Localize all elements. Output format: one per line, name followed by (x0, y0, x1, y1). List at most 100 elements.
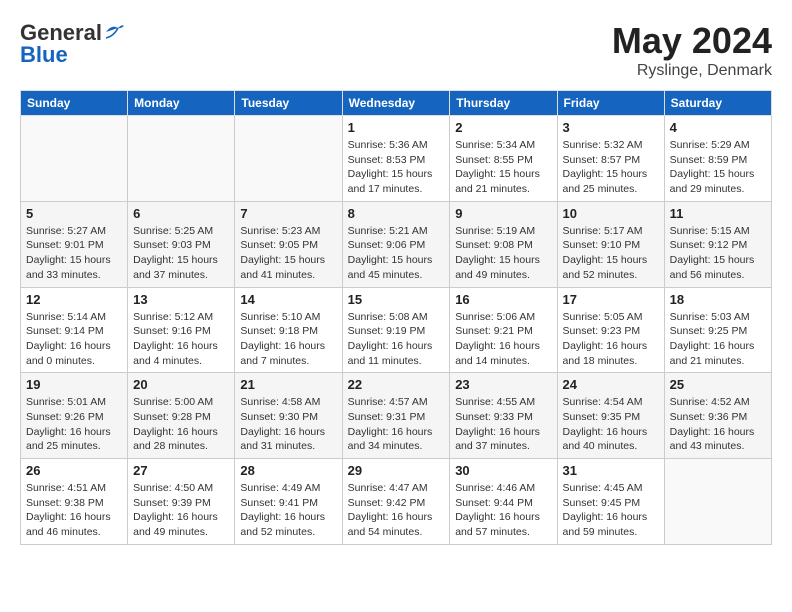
table-row: 2 Sunrise: 5:34 AM Sunset: 8:55 PM Daylig… (450, 116, 557, 202)
day-number: 2 (455, 120, 551, 135)
table-row (664, 459, 771, 545)
day-info: Sunrise: 4:51 AM Sunset: 9:38 PM Dayligh… (26, 481, 122, 540)
table-row: 14 Sunrise: 5:10 AM Sunset: 9:18 PM Dayli… (235, 287, 342, 373)
day-info: Sunrise: 5:34 AM Sunset: 8:55 PM Dayligh… (455, 138, 551, 197)
table-row: 19 Sunrise: 5:01 AM Sunset: 9:26 PM Dayli… (21, 373, 128, 459)
day-info: Sunrise: 5:27 AM Sunset: 9:01 PM Dayligh… (26, 224, 122, 283)
day-info: Sunrise: 5:19 AM Sunset: 9:08 PM Dayligh… (455, 224, 551, 283)
day-number: 4 (670, 120, 766, 135)
day-info: Sunrise: 5:05 AM Sunset: 9:23 PM Dayligh… (563, 310, 659, 369)
table-row: 20Sunrise: 5:00 AM Sunset: 9:28 PM Dayli… (128, 373, 235, 459)
table-row: 21Sunrise: 4:58 AM Sunset: 9:30 PM Dayli… (235, 373, 342, 459)
day-number: 19 (26, 377, 122, 392)
day-info: Sunrise: 5:36 AM Sunset: 8:53 PM Dayligh… (348, 138, 445, 197)
day-number: 31 (563, 463, 659, 478)
header-monday: Monday (128, 91, 235, 116)
day-info: Sunrise: 5:17 AM Sunset: 9:10 PM Dayligh… (563, 224, 659, 283)
day-info: Sunrise: 4:55 AM Sunset: 9:33 PM Dayligh… (455, 395, 551, 454)
table-row: 4 Sunrise: 5:29 AM Sunset: 8:59 PM Daylig… (664, 116, 771, 202)
table-row: 24 Sunrise: 4:54 AM Sunset: 9:35 PM Dayli… (557, 373, 664, 459)
table-row: 15 Sunrise: 5:08 AM Sunset: 9:19 PM Dayli… (342, 287, 450, 373)
calendar-week-row: 26 Sunrise: 4:51 AM Sunset: 9:38 PM Dayli… (21, 459, 772, 545)
table-row: 12 Sunrise: 5:14 AM Sunset: 9:14 PM Dayli… (21, 287, 128, 373)
table-row: 31 Sunrise: 4:45 AM Sunset: 9:45 PM Dayli… (557, 459, 664, 545)
day-number: 5 (26, 206, 122, 221)
day-info: Sunrise: 4:54 AM Sunset: 9:35 PM Dayligh… (563, 395, 659, 454)
table-row: 8 Sunrise: 5:21 AM Sunset: 9:06 PM Daylig… (342, 201, 450, 287)
day-number: 16 (455, 292, 551, 307)
day-info: Sunrise: 4:46 AM Sunset: 9:44 PM Dayligh… (455, 481, 551, 540)
day-number: 15 (348, 292, 445, 307)
table-row: 13Sunrise: 5:12 AM Sunset: 9:16 PM Dayli… (128, 287, 235, 373)
month-year-title: May 2024 (612, 20, 772, 62)
table-row: 25 Sunrise: 4:52 AM Sunset: 9:36 PM Dayli… (664, 373, 771, 459)
day-info: Sunrise: 4:45 AM Sunset: 9:45 PM Dayligh… (563, 481, 659, 540)
table-row: 7 Sunrise: 5:23 AM Sunset: 9:05 PM Daylig… (235, 201, 342, 287)
title-block: May 2024 Ryslinge, Denmark (612, 20, 772, 80)
day-number: 6 (133, 206, 229, 221)
calendar-table: Sunday Monday Tuesday Wednesday Thursday… (20, 90, 772, 545)
table-row: 23 Sunrise: 4:55 AM Sunset: 9:33 PM Dayli… (450, 373, 557, 459)
day-number: 25 (670, 377, 766, 392)
day-info: Sunrise: 4:57 AM Sunset: 9:31 PM Dayligh… (348, 395, 445, 454)
day-number: 23 (455, 377, 551, 392)
day-info: Sunrise: 4:49 AM Sunset: 9:41 PM Dayligh… (240, 481, 336, 540)
day-number: 18 (670, 292, 766, 307)
day-number: 10 (563, 206, 659, 221)
calendar-week-row: 12 Sunrise: 5:14 AM Sunset: 9:14 PM Dayli… (21, 287, 772, 373)
table-row (128, 116, 235, 202)
day-info: Sunrise: 5:23 AM Sunset: 9:05 PM Dayligh… (240, 224, 336, 283)
day-number: 30 (455, 463, 551, 478)
logo-bird-icon (104, 22, 126, 40)
table-row: 28Sunrise: 4:49 AM Sunset: 9:41 PM Dayli… (235, 459, 342, 545)
logo: General Blue (20, 20, 126, 68)
day-info: Sunrise: 5:32 AM Sunset: 8:57 PM Dayligh… (563, 138, 659, 197)
table-row: 1Sunrise: 5:36 AM Sunset: 8:53 PM Daylig… (342, 116, 450, 202)
day-info: Sunrise: 5:08 AM Sunset: 9:19 PM Dayligh… (348, 310, 445, 369)
header-saturday: Saturday (664, 91, 771, 116)
logo-blue-text: Blue (20, 42, 68, 68)
table-row: 22 Sunrise: 4:57 AM Sunset: 9:31 PM Dayli… (342, 373, 450, 459)
calendar-header-row: Sunday Monday Tuesday Wednesday Thursday… (21, 91, 772, 116)
day-number: 12 (26, 292, 122, 307)
table-row (21, 116, 128, 202)
day-number: 29 (348, 463, 445, 478)
table-row: 17Sunrise: 5:05 AM Sunset: 9:23 PM Dayli… (557, 287, 664, 373)
table-row: 16Sunrise: 5:06 AM Sunset: 9:21 PM Dayli… (450, 287, 557, 373)
table-row: 26 Sunrise: 4:51 AM Sunset: 9:38 PM Dayli… (21, 459, 128, 545)
calendar-week-row: 19 Sunrise: 5:01 AM Sunset: 9:26 PM Dayli… (21, 373, 772, 459)
day-number: 21 (240, 377, 336, 392)
header-tuesday: Tuesday (235, 91, 342, 116)
day-number: 22 (348, 377, 445, 392)
table-row (235, 116, 342, 202)
day-info: Sunrise: 5:21 AM Sunset: 9:06 PM Dayligh… (348, 224, 445, 283)
table-row: 10 Sunrise: 5:17 AM Sunset: 9:10 PM Dayli… (557, 201, 664, 287)
header-wednesday: Wednesday (342, 91, 450, 116)
day-number: 8 (348, 206, 445, 221)
table-row: 3 Sunrise: 5:32 AM Sunset: 8:57 PM Daylig… (557, 116, 664, 202)
day-number: 7 (240, 206, 336, 221)
day-number: 11 (670, 206, 766, 221)
day-number: 26 (26, 463, 122, 478)
day-info: Sunrise: 5:00 AM Sunset: 9:28 PM Dayligh… (133, 395, 229, 454)
day-info: Sunrise: 5:01 AM Sunset: 9:26 PM Dayligh… (26, 395, 122, 454)
table-row: 11 Sunrise: 5:15 AM Sunset: 9:12 PM Dayli… (664, 201, 771, 287)
day-number: 3 (563, 120, 659, 135)
day-info: Sunrise: 5:14 AM Sunset: 9:14 PM Dayligh… (26, 310, 122, 369)
day-info: Sunrise: 5:10 AM Sunset: 9:18 PM Dayligh… (240, 310, 336, 369)
day-info: Sunrise: 4:52 AM Sunset: 9:36 PM Dayligh… (670, 395, 766, 454)
day-number: 24 (563, 377, 659, 392)
day-info: Sunrise: 4:50 AM Sunset: 9:39 PM Dayligh… (133, 481, 229, 540)
page-header: General Blue May 2024 Ryslinge, Denmark (20, 20, 772, 80)
header-friday: Friday (557, 91, 664, 116)
day-info: Sunrise: 5:25 AM Sunset: 9:03 PM Dayligh… (133, 224, 229, 283)
calendar-week-row: 1Sunrise: 5:36 AM Sunset: 8:53 PM Daylig… (21, 116, 772, 202)
location-subtitle: Ryslinge, Denmark (612, 62, 772, 80)
day-info: Sunrise: 5:03 AM Sunset: 9:25 PM Dayligh… (670, 310, 766, 369)
day-number: 27 (133, 463, 229, 478)
day-info: Sunrise: 4:47 AM Sunset: 9:42 PM Dayligh… (348, 481, 445, 540)
day-info: Sunrise: 5:15 AM Sunset: 9:12 PM Dayligh… (670, 224, 766, 283)
day-info: Sunrise: 5:29 AM Sunset: 8:59 PM Dayligh… (670, 138, 766, 197)
day-number: 14 (240, 292, 336, 307)
day-number: 13 (133, 292, 229, 307)
